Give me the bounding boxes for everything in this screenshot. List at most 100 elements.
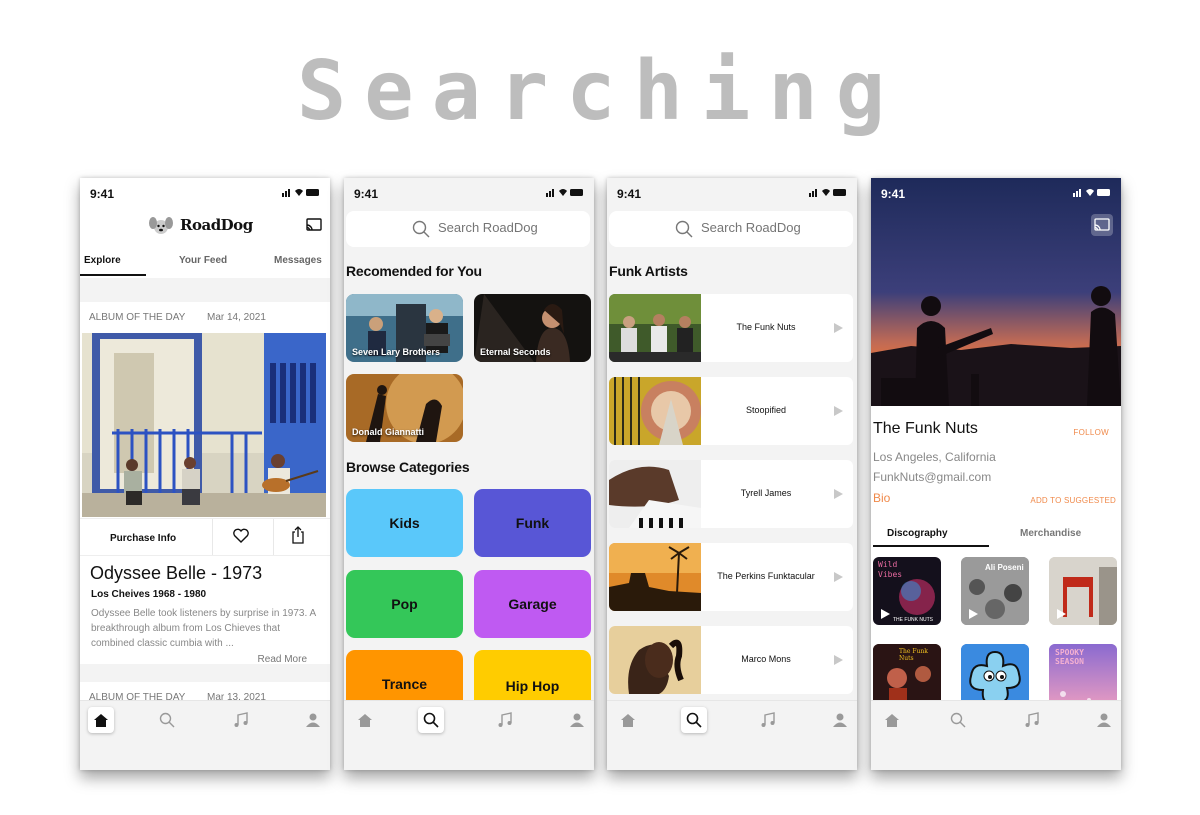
explore-screen: 9:41 RoadDog Explore Your Feed Messages … bbox=[80, 178, 330, 770]
read-more-link[interactable]: Read More bbox=[258, 654, 307, 665]
play-icon[interactable] bbox=[881, 609, 890, 619]
profile-icon bbox=[1097, 713, 1111, 727]
nav-search[interactable] bbox=[681, 707, 707, 733]
profile-icon bbox=[833, 713, 847, 727]
nav-search[interactable] bbox=[945, 707, 971, 733]
nav-profile[interactable] bbox=[564, 707, 590, 733]
search-bar bbox=[346, 211, 590, 247]
artist-email[interactable]: FunkNuts@gmail.com bbox=[873, 470, 991, 484]
play-icon[interactable] bbox=[969, 609, 978, 619]
add-to-suggested-button[interactable]: ADD TO SUGGESTED bbox=[1030, 496, 1116, 505]
status-icons bbox=[546, 187, 584, 200]
bottom-nav bbox=[80, 700, 330, 770]
bottom-nav bbox=[344, 700, 594, 770]
category-pop[interactable]: Pop bbox=[346, 570, 463, 638]
play-icon[interactable] bbox=[1057, 609, 1066, 619]
nav-home[interactable] bbox=[88, 707, 114, 733]
album-cover[interactable]: Ali Poseni bbox=[961, 557, 1029, 625]
play-icon[interactable] bbox=[834, 406, 843, 416]
tab-your-feed[interactable]: Your Feed bbox=[179, 255, 227, 266]
artist-thumbnail bbox=[609, 377, 701, 445]
nav-music[interactable] bbox=[1019, 707, 1045, 733]
nav-profile[interactable] bbox=[300, 707, 326, 733]
recommended-tile[interactable]: Donald Giannatti bbox=[346, 374, 463, 442]
artist-row[interactable]: Tyrell James bbox=[609, 460, 853, 528]
music-note-icon bbox=[1025, 712, 1039, 727]
nav-music[interactable] bbox=[755, 707, 781, 733]
artist-row[interactable]: Marco Mons bbox=[609, 626, 853, 694]
album-artist: Los Cheives 1968 - 1980 bbox=[91, 589, 207, 600]
artist-row[interactable]: The Perkins Funktacular bbox=[609, 543, 853, 611]
cast-icon[interactable] bbox=[1091, 214, 1113, 236]
cast-icon[interactable] bbox=[306, 218, 322, 237]
nav-profile[interactable] bbox=[827, 707, 853, 733]
search-bar bbox=[609, 211, 853, 247]
artist-name: Stoopified bbox=[745, 405, 787, 415]
bottom-nav bbox=[871, 700, 1121, 770]
artist-row[interactable]: Stoopified bbox=[609, 377, 853, 445]
nav-music[interactable] bbox=[492, 707, 518, 733]
play-icon[interactable] bbox=[834, 655, 843, 665]
status-bar: 9:41 bbox=[80, 178, 330, 208]
recommended-tile[interactable]: Seven Lary Brothers bbox=[346, 294, 463, 362]
bio-link[interactable]: Bio bbox=[873, 491, 890, 505]
search-icon bbox=[675, 220, 693, 243]
album-date: Mar 14, 2021 bbox=[207, 312, 266, 323]
nav-search[interactable] bbox=[418, 707, 444, 733]
artist-name: Tyrell James bbox=[740, 488, 792, 498]
status-icons bbox=[282, 187, 320, 200]
recommended-tile[interactable]: Eternal Seconds bbox=[474, 294, 591, 362]
profile-icon bbox=[570, 713, 584, 727]
page-title: Searching bbox=[296, 44, 904, 139]
status-time: 9:41 bbox=[617, 187, 642, 201]
nav-home[interactable] bbox=[879, 707, 905, 733]
funk-artists-heading: Funk Artists bbox=[609, 263, 688, 279]
artist-profile-screen: 9:41 The Funk Nuts FOLLOW Los Angeles, C… bbox=[871, 178, 1121, 770]
artist-name: Marco Mons bbox=[741, 654, 791, 664]
share-icon[interactable] bbox=[291, 526, 305, 549]
search-input[interactable] bbox=[438, 220, 578, 235]
album-card: ALBUM OF THE DAY Mar 14, 2021 Purchase I… bbox=[80, 302, 330, 665]
category-funk[interactable]: Funk bbox=[474, 489, 591, 557]
artist-location: Los Angeles, California bbox=[873, 450, 996, 464]
tab-merchandise[interactable]: Merchandise bbox=[1020, 528, 1081, 539]
purchase-info-button[interactable]: Purchase Info bbox=[110, 533, 176, 544]
album-photo[interactable] bbox=[82, 333, 326, 517]
play-icon[interactable] bbox=[834, 489, 843, 499]
album-cover-text: Wild Vibes bbox=[878, 560, 903, 579]
category-garage[interactable]: Garage bbox=[474, 570, 591, 638]
profile-icon bbox=[306, 713, 320, 727]
category-kids[interactable]: Kids bbox=[346, 489, 463, 557]
nav-home[interactable] bbox=[615, 707, 641, 733]
nav-profile[interactable] bbox=[1091, 707, 1117, 733]
search-icon bbox=[423, 712, 439, 728]
tab-explore[interactable]: Explore bbox=[84, 255, 121, 266]
status-time: 9:41 bbox=[881, 187, 906, 201]
recommended-heading: Recomended for You bbox=[346, 263, 482, 279]
play-icon[interactable] bbox=[834, 572, 843, 582]
bottom-nav bbox=[607, 700, 857, 770]
artist-row[interactable]: The Funk Nuts bbox=[609, 294, 853, 362]
artist-info: The Funk Nuts FOLLOW Los Angeles, Califo… bbox=[871, 406, 1121, 712]
app-name: RoadDog bbox=[180, 216, 253, 234]
search-input[interactable] bbox=[701, 220, 841, 235]
album-cover-text: THE FUNK NUTS bbox=[893, 617, 933, 623]
status-time: 9:41 bbox=[354, 187, 379, 201]
nav-home[interactable] bbox=[352, 707, 378, 733]
artist-thumbnail bbox=[609, 626, 701, 694]
tab-messages[interactable]: Messages bbox=[274, 255, 322, 266]
tile-label: Donald Giannatti bbox=[352, 427, 424, 437]
tile-label: Seven Lary Brothers bbox=[352, 347, 441, 357]
search-icon bbox=[686, 712, 702, 728]
tab-discography[interactable]: Discography bbox=[887, 528, 948, 539]
nav-music[interactable] bbox=[228, 707, 254, 733]
heart-icon[interactable] bbox=[232, 528, 250, 549]
play-icon[interactable] bbox=[834, 323, 843, 333]
album-cover[interactable]: Wild Vibes THE FUNK NUTS bbox=[873, 557, 941, 625]
album-cover[interactable] bbox=[1049, 557, 1117, 625]
artist-name: The Funk Nuts bbox=[873, 420, 978, 437]
tile-label: Eternal Seconds bbox=[480, 347, 551, 357]
follow-button[interactable]: FOLLOW bbox=[1073, 428, 1109, 437]
nav-search[interactable] bbox=[154, 707, 180, 733]
artist-thumbnail bbox=[609, 460, 701, 528]
